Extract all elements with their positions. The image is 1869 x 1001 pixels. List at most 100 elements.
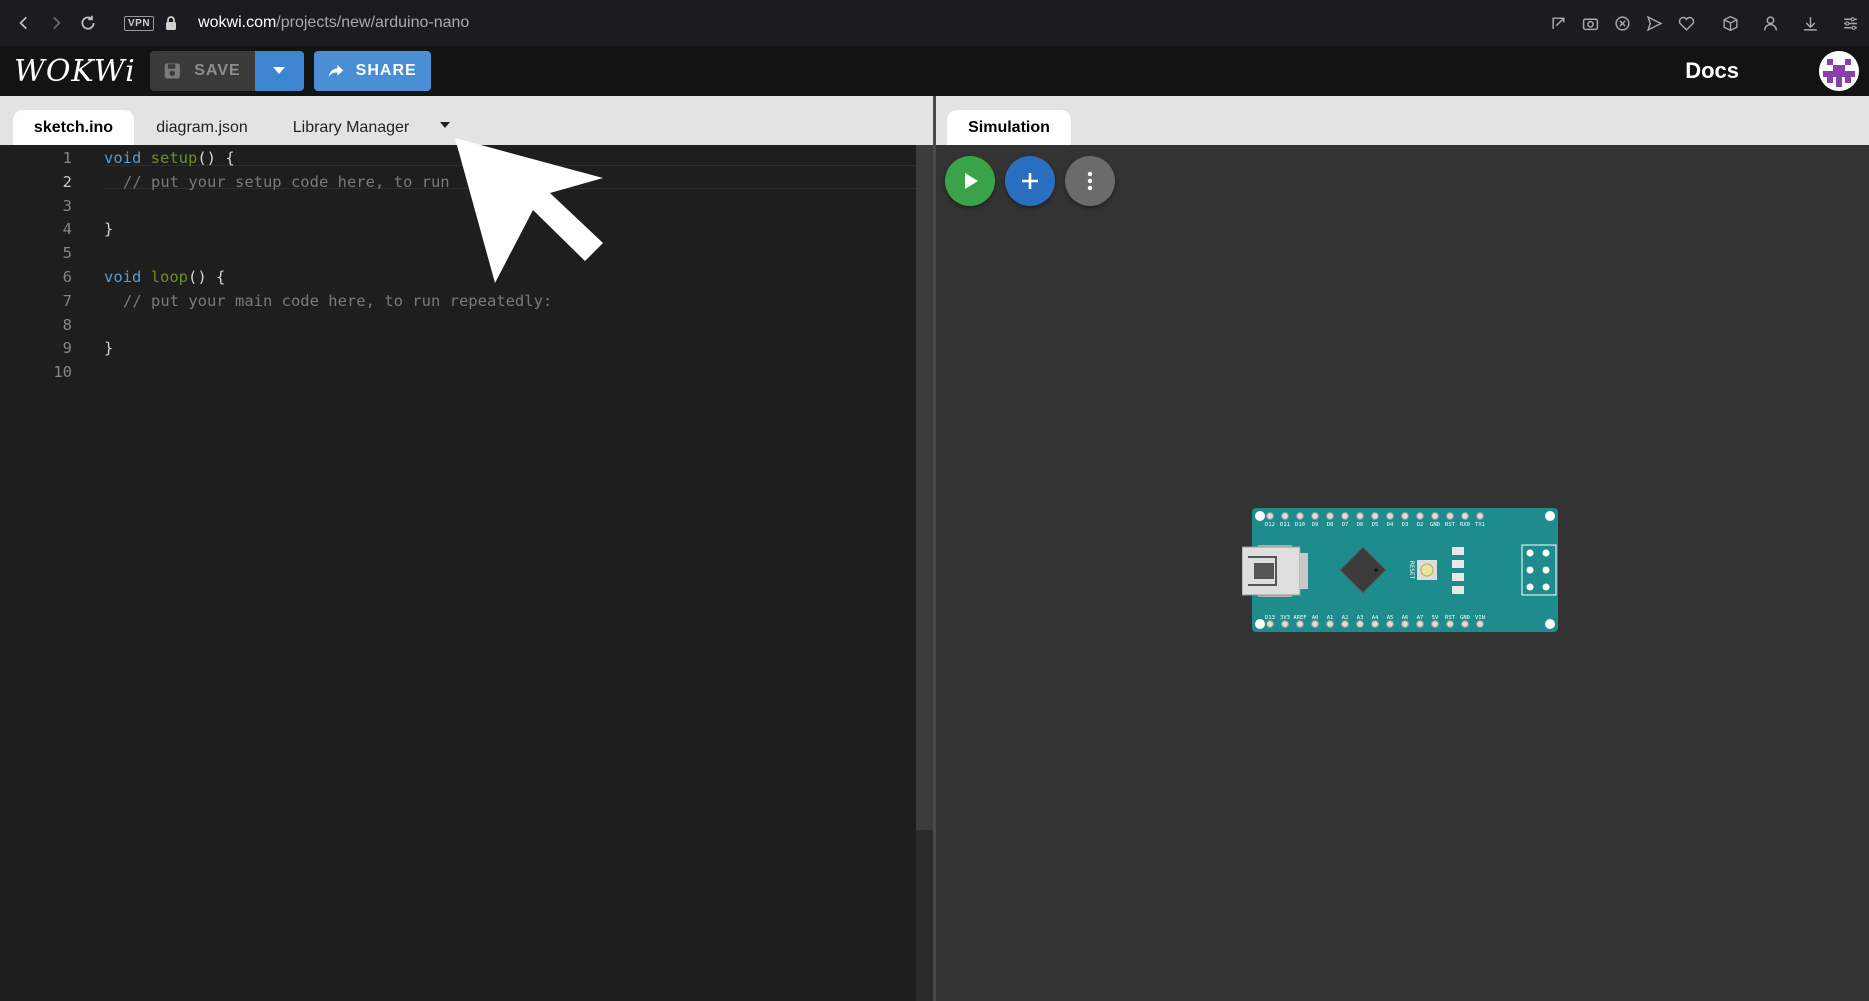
pin-label: A7 [1417, 615, 1424, 621]
pin-tx1[interactable] [1476, 512, 1484, 520]
forward-icon[interactable] [40, 7, 72, 39]
pin-label: A6 [1402, 615, 1409, 621]
pin-gnd[interactable] [1431, 512, 1439, 520]
scrollbar-thumb[interactable] [916, 145, 933, 830]
pin-d9[interactable] [1311, 512, 1319, 520]
save-label: SAVE [194, 62, 241, 79]
pin-label: RX0 [1460, 522, 1470, 528]
lock-icon[interactable] [164, 15, 178, 31]
line-number: 9 [62, 338, 72, 357]
pin-d12[interactable] [1266, 512, 1274, 520]
tab-sketch-ino[interactable]: sketch.ino [13, 110, 134, 145]
url-path: /projects/new/arduino-nano [276, 14, 470, 31]
floppy-disk-icon [164, 63, 180, 79]
pin-vin[interactable] [1476, 620, 1484, 628]
pin-label: D3 [1402, 522, 1409, 528]
line-number: 4 [62, 219, 72, 238]
back-icon[interactable] [8, 7, 40, 39]
pin-label: A1 [1327, 615, 1334, 621]
wokwi-logo[interactable]: WOKWi [14, 54, 136, 89]
pin-d7[interactable] [1341, 512, 1349, 520]
adblock-icon[interactable] [1613, 14, 1631, 32]
pin-a4[interactable] [1371, 620, 1379, 628]
pin-label: 3V3 [1280, 615, 1290, 621]
code-line: 8 [0, 313, 915, 337]
browser-extension-icons [1549, 0, 1859, 46]
app-header: WOKWi SAVE SHARE Docs [0, 46, 1869, 96]
code-comment: // put your main code here, to run repea… [123, 291, 553, 310]
pin-label: D11 [1280, 522, 1290, 528]
pin-a6[interactable] [1401, 620, 1409, 628]
pin-d8[interactable] [1326, 512, 1334, 520]
more-options-button[interactable] [1065, 156, 1115, 206]
tab-simulation[interactable]: Simulation [947, 110, 1071, 145]
pin-d4[interactable] [1386, 512, 1394, 520]
pin-d11[interactable] [1281, 512, 1289, 520]
editor-scrollbar[interactable] [916, 145, 933, 1001]
add-part-button[interactable] [1005, 156, 1055, 206]
save-options-dropdown[interactable] [254, 51, 304, 91]
pin-aref[interactable] [1296, 620, 1304, 628]
docs-link[interactable]: Docs [1685, 58, 1739, 84]
tab-label: diagram.json [156, 118, 248, 136]
pin-label: D4 [1387, 522, 1394, 528]
tab-diagram-json[interactable]: diagram.json [146, 110, 258, 145]
reload-icon[interactable] [72, 7, 104, 39]
pin-label: GND [1430, 522, 1440, 528]
pin-rst[interactable] [1446, 512, 1454, 520]
snapshot-icon[interactable] [1549, 14, 1567, 32]
pin-label: D8 [1327, 522, 1334, 528]
line-number: 6 [62, 267, 72, 286]
pin-d2[interactable] [1416, 512, 1424, 520]
save-button[interactable]: SAVE [149, 51, 255, 91]
cube-icon[interactable] [1721, 14, 1739, 32]
pin-label: A2 [1342, 615, 1349, 621]
pin-d13[interactable] [1266, 620, 1274, 628]
pin-a3[interactable] [1356, 620, 1364, 628]
pin-d3[interactable] [1401, 512, 1409, 520]
pin-d10[interactable] [1296, 512, 1304, 520]
pin-a5[interactable] [1386, 620, 1394, 628]
pin-label: D6 [1357, 522, 1364, 528]
avatar[interactable] [1819, 51, 1859, 91]
pin-d6[interactable] [1356, 512, 1364, 520]
pin-label: D5 [1372, 522, 1379, 528]
pin-rx0[interactable] [1461, 512, 1469, 520]
settings-icon[interactable] [1841, 14, 1859, 32]
heart-icon[interactable] [1677, 14, 1695, 32]
share-label: SHARE [355, 62, 417, 79]
pin-a2[interactable] [1341, 620, 1349, 628]
pin-label: D2 [1417, 522, 1424, 528]
download-icon[interactable] [1801, 14, 1819, 32]
pin-a0[interactable] [1311, 620, 1319, 628]
code-comment: // put your setup code here, to run [123, 172, 459, 191]
pin-rst[interactable] [1446, 620, 1454, 628]
tab-label: Simulation [968, 118, 1050, 136]
browser-toolbar: VPN wokwi.com/projects/new/arduino-nano [0, 0, 1869, 46]
pin-a7[interactable] [1416, 620, 1424, 628]
share-arrow-icon [328, 65, 344, 77]
pin-label: A5 [1387, 615, 1394, 621]
pin-label: A3 [1357, 615, 1364, 621]
code-text: void loop() { [104, 267, 226, 286]
simulation-canvas[interactable]: RESET D12 D11 D10 D9 D8 D7 D6 D5 D4 D3 D2 GND RST RX0… [936, 145, 1869, 1001]
play-icon [965, 173, 978, 189]
pin-3v3[interactable] [1281, 620, 1289, 628]
pin-5v[interactable] [1431, 620, 1439, 628]
share-button[interactable]: SHARE [313, 51, 431, 91]
profile-icon[interactable] [1761, 14, 1779, 32]
pin-d5[interactable] [1371, 512, 1379, 520]
vpn-badge[interactable]: VPN [124, 15, 155, 31]
code-line: 7 // put your main code here, to run rep… [0, 289, 915, 313]
pin-a1[interactable] [1326, 620, 1334, 628]
tab-library-manager[interactable]: Library Manager [284, 110, 418, 145]
send-icon[interactable] [1645, 14, 1663, 32]
pin-gnd[interactable] [1461, 620, 1469, 628]
address-bar[interactable]: wokwi.com/projects/new/arduino-nano [198, 14, 469, 32]
pin-label: D12 [1265, 522, 1275, 528]
start-simulation-button[interactable] [945, 156, 995, 206]
arduino-nano-board[interactable]: RESET D12 D11 D10 D9 D8 D7 D6 D5 D4 D3 D2 GND RST RX0… [1242, 505, 1560, 635]
line-number: 8 [62, 315, 72, 334]
tabs-dropdown-icon[interactable] [438, 120, 452, 130]
camera-icon[interactable] [1581, 14, 1599, 32]
